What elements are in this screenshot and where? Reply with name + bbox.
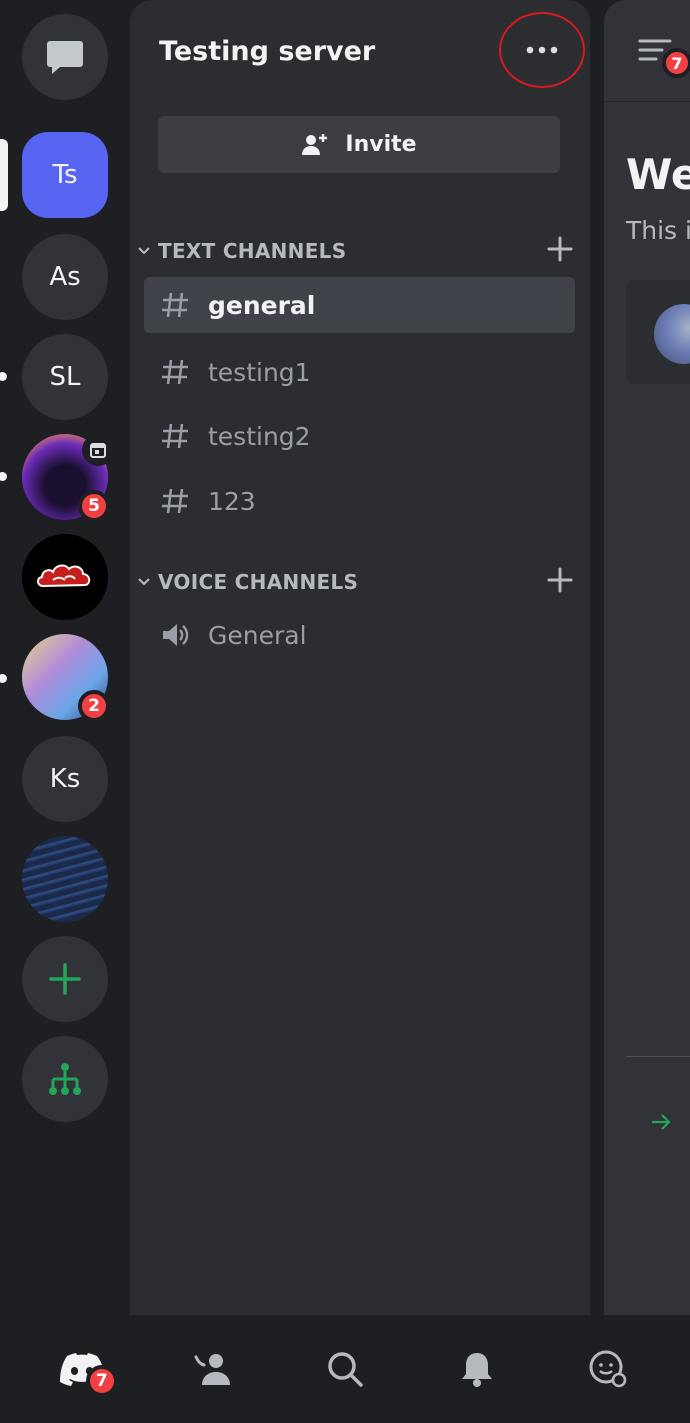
- red-cloud-icon: [37, 564, 91, 588]
- hashtag-icon: [162, 292, 188, 318]
- hub-icon: [49, 1063, 81, 1095]
- channel-panel: Testing server Invite TEXT CHANNELS gene…: [130, 0, 590, 1315]
- add-voice-channel-plus-icon[interactable]: [546, 566, 574, 594]
- channel-name: testing2: [208, 421, 311, 451]
- invite-button[interactable]: Invite: [158, 116, 560, 173]
- tab-search[interactable]: [315, 1339, 375, 1399]
- arrow-right-icon[interactable]: [650, 1112, 672, 1132]
- home-badge: 7: [85, 1365, 118, 1397]
- chat-panel-peek[interactable]: 7 We This i: [604, 0, 690, 1315]
- invite-label: Invite: [345, 132, 417, 157]
- category-voice-channels[interactable]: VOICE CHANNELS: [138, 570, 358, 594]
- bottom-tab-bar: 7: [0, 1315, 690, 1423]
- welcome-card[interactable]: [626, 280, 690, 384]
- tab-you[interactable]: [578, 1339, 638, 1399]
- server-icon-anime[interactable]: 2: [22, 634, 110, 722]
- server-icon-ks[interactable]: Ks: [22, 736, 108, 822]
- member-list-badge: 7: [662, 48, 690, 78]
- unread-indicator: [0, 472, 7, 481]
- channel-testing1[interactable]: testing1: [144, 344, 575, 400]
- hashtag-icon: [162, 359, 188, 385]
- category-label: TEXT CHANNELS: [158, 239, 347, 263]
- server-title[interactable]: Testing server: [159, 36, 375, 67]
- add-channel-plus-icon[interactable]: [546, 235, 574, 263]
- server-initials: Ts: [52, 160, 78, 190]
- chat-bubble-icon: [47, 41, 83, 74]
- channel-general[interactable]: general: [144, 277, 575, 333]
- server-icon-purple-orb[interactable]: 5: [22, 434, 114, 522]
- server-icon-testing-server[interactable]: Ts: [22, 132, 108, 218]
- chat-header: 7: [604, 0, 690, 102]
- channel-name: 123: [208, 486, 256, 516]
- server-rail: Ts As SL 5 2 Ks: [0, 0, 130, 1315]
- add-user-icon: [302, 133, 328, 155]
- event-icon: [82, 434, 114, 466]
- voice-channel-general[interactable]: General: [144, 607, 575, 663]
- server-icon-as[interactable]: As: [22, 234, 108, 320]
- server-options-button[interactable]: [499, 12, 585, 88]
- explore-servers-button[interactable]: [22, 1036, 108, 1122]
- channel-name: testing1: [208, 357, 311, 387]
- add-server-button[interactable]: [22, 936, 108, 1022]
- server-initials: Ks: [49, 764, 81, 794]
- direct-messages-button[interactable]: [22, 14, 108, 100]
- welcome-subtitle: This i: [626, 216, 690, 245]
- selected-server-indicator: [0, 139, 8, 211]
- hashtag-icon: [162, 488, 188, 514]
- search-icon: [328, 1352, 363, 1387]
- divider: [626, 1056, 690, 1057]
- category-label: VOICE CHANNELS: [158, 570, 359, 594]
- tab-home[interactable]: 7: [52, 1339, 118, 1399]
- server-icon-red-cloud[interactable]: [22, 534, 108, 620]
- welcome-heading: We: [626, 150, 690, 199]
- chevron-down-icon: [138, 247, 150, 255]
- channel-name: general: [208, 290, 316, 320]
- mention-badge: 2: [78, 690, 110, 722]
- channel-name: General: [208, 620, 307, 650]
- tab-friends[interactable]: [183, 1339, 243, 1399]
- channel-123[interactable]: 123: [144, 473, 575, 529]
- speaker-icon: [163, 624, 189, 646]
- server-initials: SL: [49, 362, 81, 392]
- profile-status-icon: [589, 1350, 627, 1388]
- chevron-down-icon: [138, 578, 150, 586]
- server-icon-sl[interactable]: SL: [22, 334, 108, 420]
- server-icon-code[interactable]: [22, 836, 108, 922]
- more-horizontal-icon: [526, 46, 558, 54]
- hashtag-icon: [162, 423, 188, 449]
- channel-testing2[interactable]: testing2: [144, 408, 575, 464]
- plus-icon: [49, 963, 81, 995]
- friends-wave-icon: [194, 1354, 231, 1385]
- unread-indicator: [0, 372, 7, 381]
- unread-indicator: [0, 674, 7, 683]
- server-initials: As: [49, 262, 81, 292]
- tab-notifications[interactable]: [447, 1339, 507, 1399]
- bell-icon: [461, 1353, 492, 1387]
- welcome-card-illustration: [654, 304, 690, 364]
- mention-badge: 5: [78, 490, 110, 522]
- category-text-channels[interactable]: TEXT CHANNELS: [138, 239, 346, 263]
